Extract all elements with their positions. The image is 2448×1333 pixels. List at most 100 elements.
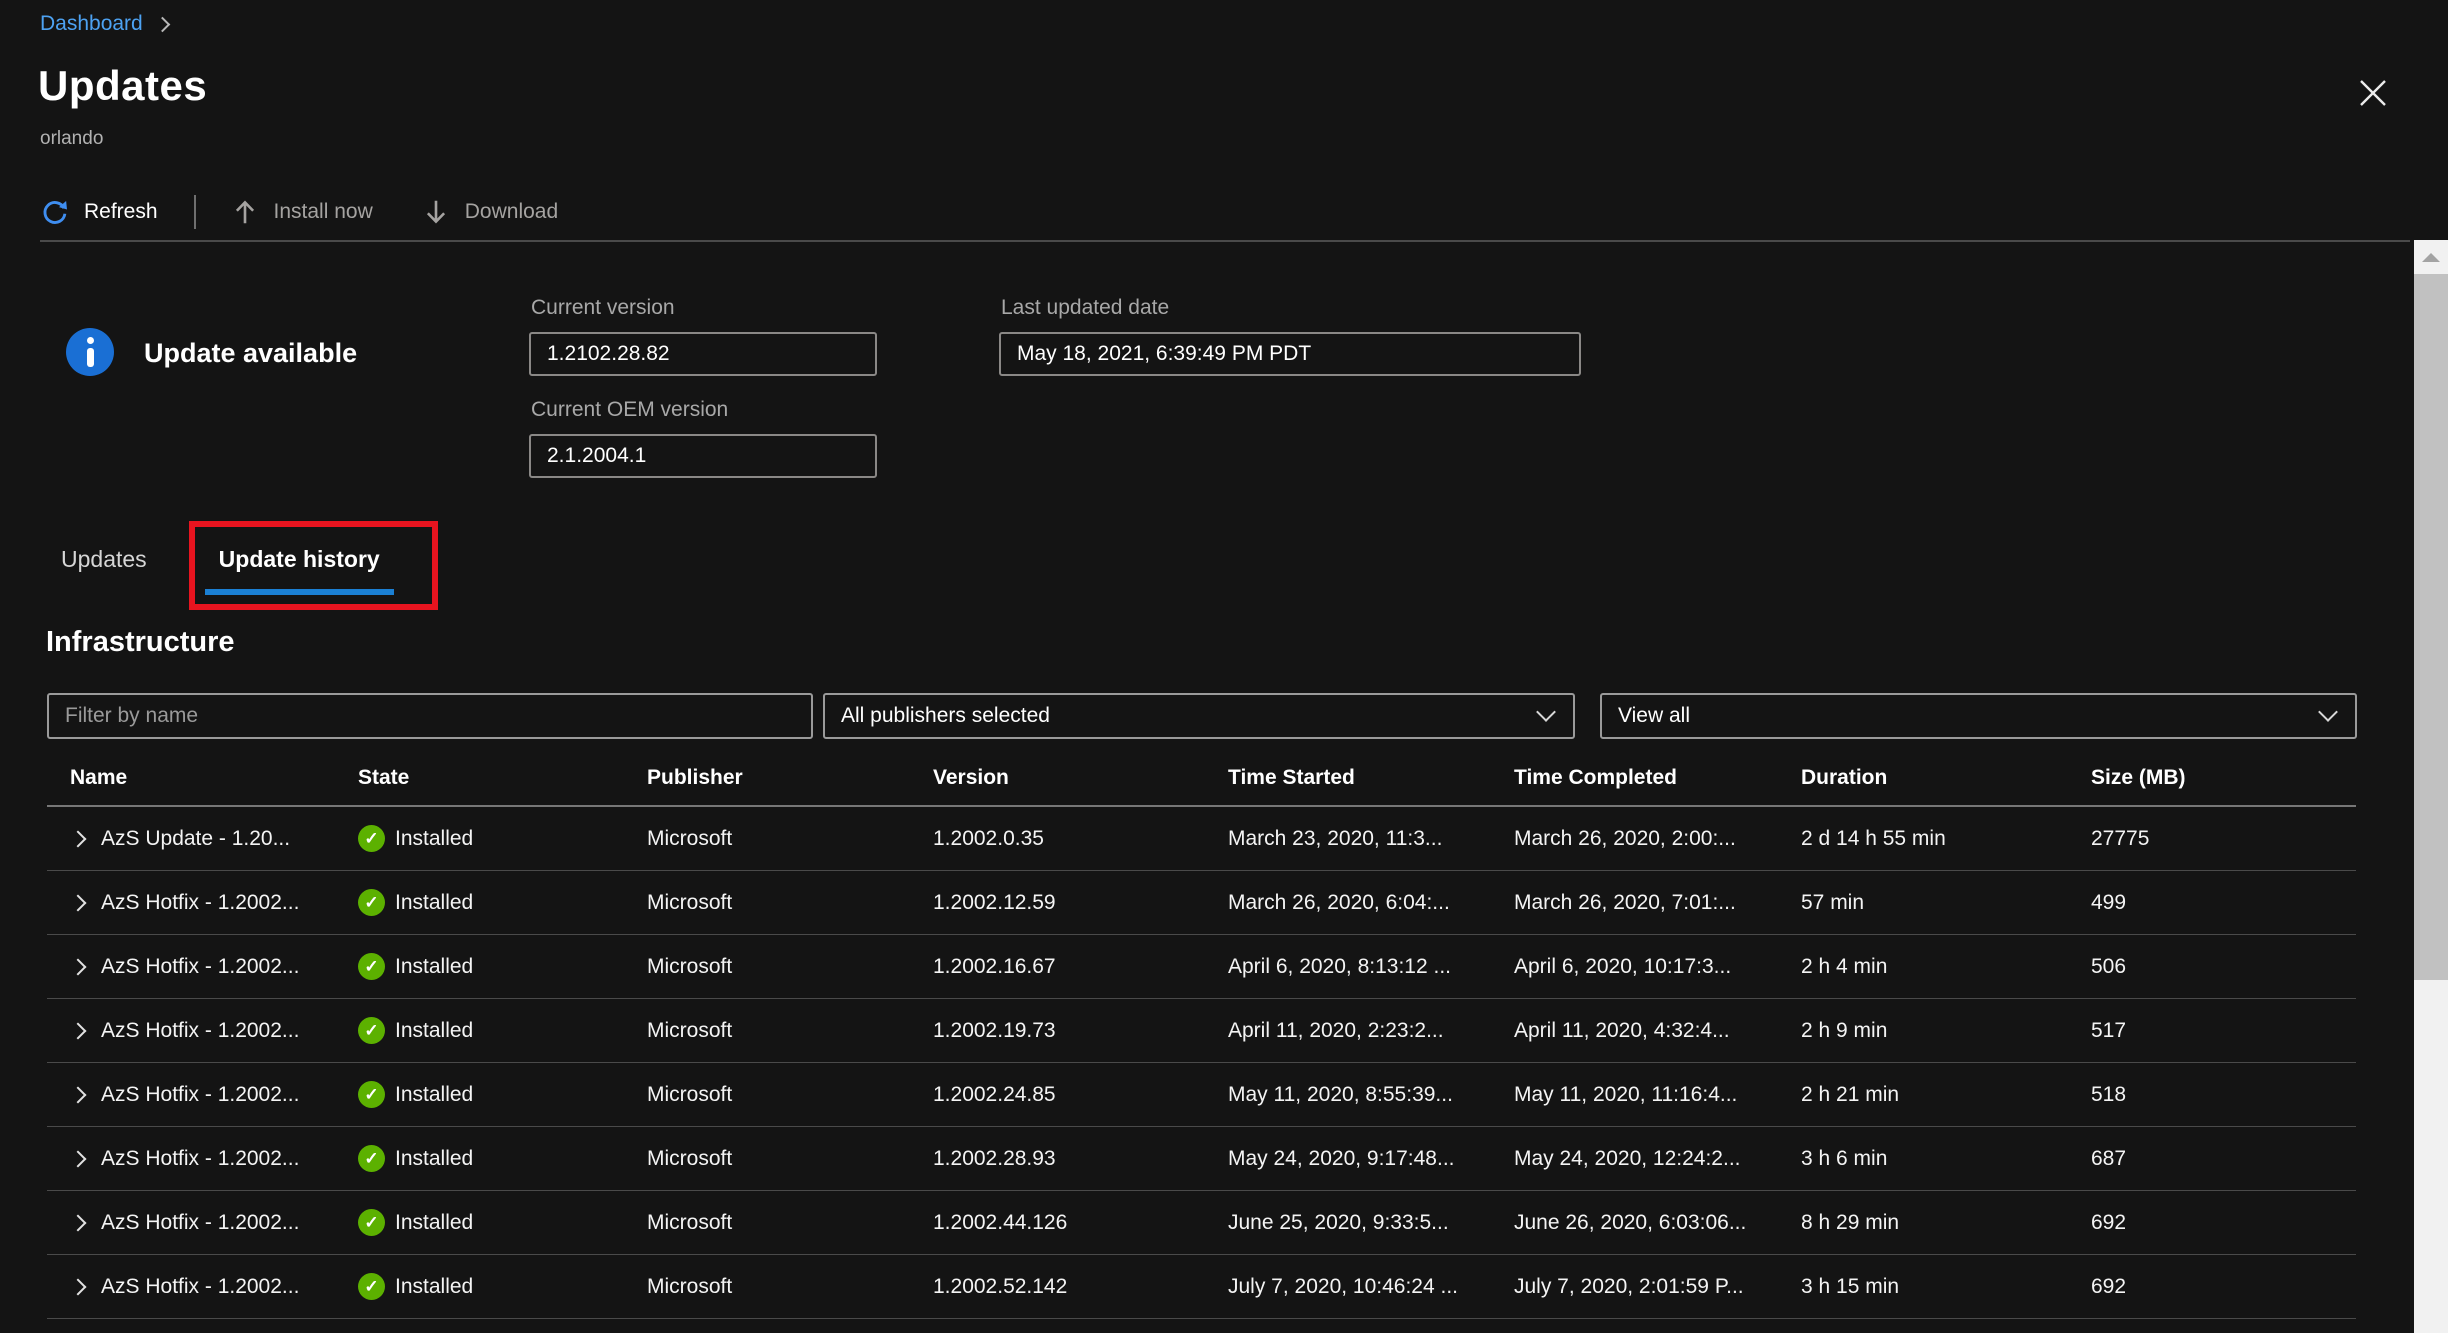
publisher-value: Microsoft <box>647 891 933 915</box>
expand-chevron-icon[interactable] <box>70 830 87 847</box>
current-version-label: Current version <box>531 296 675 320</box>
table-row[interactable]: AzS Hotfix - 1.2002... ✓ Installed Micro… <box>47 871 2356 935</box>
time-completed-value: May 11, 2020, 11:16:4... <box>1514 1083 1801 1107</box>
size-value: 518 <box>2091 1083 2356 1107</box>
expand-chevron-icon[interactable] <box>70 1022 87 1039</box>
state-value: Installed <box>395 955 473 979</box>
close-button[interactable] <box>2356 76 2390 110</box>
col-header-time-completed[interactable]: Time Completed <box>1514 766 1801 790</box>
publisher-value: Microsoft <box>647 1083 933 1107</box>
size-value: 692 <box>2091 1211 2356 1235</box>
expand-chevron-icon[interactable] <box>70 894 87 911</box>
update-name: AzS Hotfix - 1.2002... <box>101 955 299 979</box>
col-header-time-started[interactable]: Time Started <box>1228 766 1514 790</box>
time-started-value: March 23, 2020, 11:3... <box>1228 827 1514 851</box>
breadcrumb: Dashboard <box>40 12 168 36</box>
time-started-value: May 11, 2020, 8:55:39... <box>1228 1083 1514 1107</box>
breadcrumb-chevron-icon <box>154 16 170 32</box>
version-value: 1.2002.12.59 <box>933 891 1228 915</box>
duration-value: 2 d 14 h 55 min <box>1801 827 2091 851</box>
current-oem-version-label: Current OEM version <box>531 398 728 422</box>
installed-check-icon: ✓ <box>358 889 385 916</box>
view-dropdown-value: View all <box>1618 704 1690 728</box>
last-updated-label: Last updated date <box>1001 296 1169 320</box>
update-name: AzS Hotfix - 1.2002... <box>101 1083 299 1107</box>
current-version-field[interactable]: 1.2102.28.82 <box>529 332 877 376</box>
table-row[interactable]: AzS Hotfix - 1.2002... ✓ Installed Micro… <box>47 1255 2356 1319</box>
col-header-duration[interactable]: Duration <box>1801 766 2091 790</box>
col-header-publisher[interactable]: Publisher <box>647 766 933 790</box>
refresh-icon <box>40 197 70 227</box>
close-icon <box>2356 76 2390 110</box>
time-completed-value: March 26, 2020, 7:01:... <box>1514 891 1801 915</box>
breadcrumb-dashboard-link[interactable]: Dashboard <box>40 12 143 36</box>
time-completed-value: March 26, 2020, 2:00:... <box>1514 827 1801 851</box>
time-completed-value: April 6, 2020, 10:17:3... <box>1514 955 1801 979</box>
time-started-value: April 11, 2020, 2:23:2... <box>1228 1019 1514 1043</box>
current-oem-version-field[interactable]: 2.1.2004.1 <box>529 434 877 478</box>
table-row[interactable]: AzS Hotfix - 1.2002... ✓ Installed Micro… <box>47 935 2356 999</box>
state-value: Installed <box>395 827 473 851</box>
col-header-name[interactable]: Name <box>47 766 358 790</box>
download-button[interactable]: Download <box>421 197 558 227</box>
installed-check-icon: ✓ <box>358 825 385 852</box>
state-value: Installed <box>395 1275 473 1299</box>
last-updated-field[interactable]: May 18, 2021, 6:39:49 PM PDT <box>999 332 1581 376</box>
size-value: 692 <box>2091 1275 2356 1299</box>
col-header-version[interactable]: Version <box>933 766 1228 790</box>
state-value: Installed <box>395 891 473 915</box>
refresh-button[interactable]: Refresh <box>40 197 158 227</box>
time-completed-value: April 11, 2020, 4:32:4... <box>1514 1019 1801 1043</box>
filter-by-name-input[interactable] <box>47 693 813 739</box>
state-value: Installed <box>395 1019 473 1043</box>
table-header-row: Name State Publisher Version Time Starte… <box>47 750 2356 807</box>
duration-value: 3 h 15 min <box>1801 1275 2091 1299</box>
col-header-state[interactable]: State <box>358 766 647 790</box>
table-row[interactable]: AzS Hotfix - 1.2002... ✓ Installed Micro… <box>47 999 2356 1063</box>
size-value: 687 <box>2091 1147 2356 1171</box>
publisher-value: Microsoft <box>647 827 933 851</box>
time-started-value: March 26, 2020, 6:04:... <box>1228 891 1514 915</box>
expand-chevron-icon[interactable] <box>70 1086 87 1103</box>
updates-blade: Dashboard Updates orlando Refresh Instal… <box>0 0 2448 1333</box>
table-row[interactable]: AzS Hotfix - 1.2002... ✓ Installed Micro… <box>47 1191 2356 1255</box>
tab-updates[interactable]: Updates <box>61 543 147 589</box>
duration-value: 3 h 6 min <box>1801 1147 2091 1171</box>
installed-check-icon: ✓ <box>358 1145 385 1172</box>
view-dropdown[interactable]: View all <box>1600 693 2357 739</box>
duration-value: 8 h 29 min <box>1801 1211 2091 1235</box>
publisher-value: Microsoft <box>647 955 933 979</box>
version-value: 1.2002.16.67 <box>933 955 1228 979</box>
expand-chevron-icon[interactable] <box>70 1214 87 1231</box>
time-started-value: April 6, 2020, 8:13:12 ... <box>1228 955 1514 979</box>
scrollbar-thumb[interactable] <box>2414 274 2448 980</box>
installed-check-icon: ✓ <box>358 1273 385 1300</box>
size-value: 517 <box>2091 1019 2356 1043</box>
state-value: Installed <box>395 1083 473 1107</box>
installed-check-icon: ✓ <box>358 1017 385 1044</box>
size-value: 499 <box>2091 891 2356 915</box>
refresh-label: Refresh <box>84 200 158 224</box>
table-row[interactable]: AzS Hotfix - 1.2002... ✓ Installed Micro… <box>47 1063 2356 1127</box>
version-value: 1.2002.0.35 <box>933 827 1228 851</box>
table-row[interactable]: AzS Hotfix - 1.2002... ✓ Installed Micro… <box>47 1127 2356 1191</box>
state-value: Installed <box>395 1211 473 1235</box>
tab-update-history[interactable]: Update history <box>205 543 394 595</box>
installed-check-icon: ✓ <box>358 953 385 980</box>
page-subtitle: orlando <box>40 128 103 150</box>
toolbar-separator <box>194 195 196 229</box>
table-row[interactable]: AzS Update - 1.20... ✓ Installed Microso… <box>47 807 2356 871</box>
version-value: 1.2002.24.85 <box>933 1083 1228 1107</box>
publisher-value: Microsoft <box>647 1147 933 1171</box>
expand-chevron-icon[interactable] <box>70 958 87 975</box>
col-header-size[interactable]: Size (MB) <box>2091 766 2356 790</box>
info-icon <box>66 328 114 376</box>
scrollbar-up-arrow[interactable] <box>2414 240 2448 274</box>
expand-chevron-icon[interactable] <box>70 1150 87 1167</box>
expand-chevron-icon[interactable] <box>70 1278 87 1295</box>
update-name: AzS Hotfix - 1.2002... <box>101 1275 299 1299</box>
vertical-scrollbar[interactable] <box>2414 240 2448 1333</box>
install-now-button[interactable]: Install now <box>230 197 373 227</box>
install-now-label: Install now <box>274 200 373 224</box>
publishers-dropdown[interactable]: All publishers selected <box>823 693 1575 739</box>
